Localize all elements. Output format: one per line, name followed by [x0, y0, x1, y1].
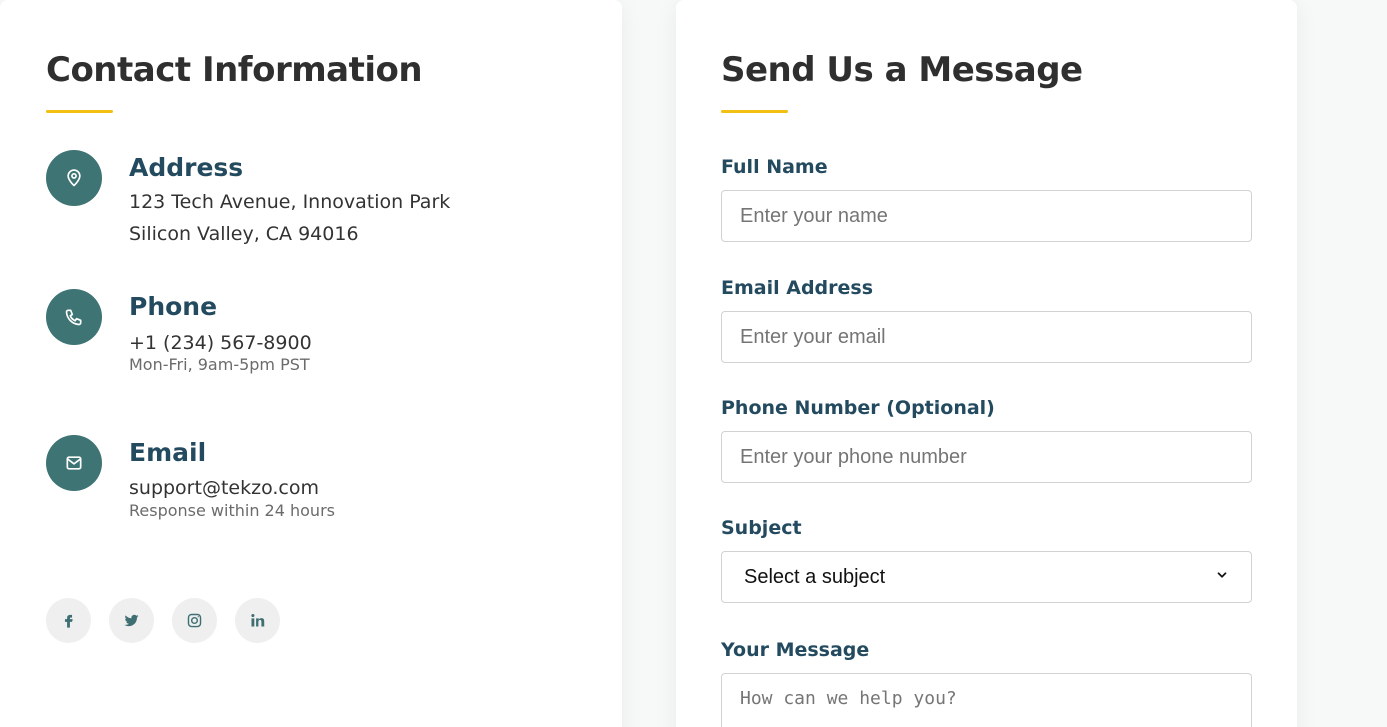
form-title: Send Us a Message: [721, 50, 1083, 90]
title-underline: [721, 110, 788, 113]
phone-heading: Phone: [129, 292, 218, 321]
email-response: Response within 24 hours: [129, 501, 335, 520]
full-name-input[interactable]: [721, 190, 1252, 242]
contact-info-card: Contact Information Address 123 Tech Ave…: [0, 0, 622, 727]
address-heading: Address: [129, 153, 244, 182]
chevron-down-icon: [1215, 568, 1229, 587]
map-pin-icon: [46, 150, 102, 206]
message-textarea[interactable]: [721, 673, 1252, 727]
phone-hours: Mon-Fri, 9am-5pm PST: [129, 355, 310, 374]
message-form-card: Send Us a Message Full Name Email Addres…: [676, 0, 1297, 727]
linkedin-icon[interactable]: [235, 598, 280, 643]
phone-group: Phone Number (Optional): [721, 396, 1252, 486]
twitter-icon[interactable]: [109, 598, 154, 643]
message-label: Your Message: [721, 639, 870, 661]
address-line1: 123 Tech Avenue, Innovation Park: [129, 191, 451, 213]
mail-icon: [46, 435, 102, 491]
phone-icon: [46, 289, 102, 345]
email-heading: Email: [129, 438, 207, 467]
phone-label: Phone Number (Optional): [721, 397, 995, 419]
full-name-group: Full Name: [721, 155, 1252, 245]
email-group: Email Address: [721, 276, 1252, 366]
subject-select[interactable]: Select a subject: [721, 551, 1252, 603]
email-input[interactable]: [721, 311, 1252, 363]
full-name-label: Full Name: [721, 156, 828, 178]
address-item: Address 123 Tech Avenue, Innovation Park…: [46, 150, 586, 250]
subject-selected-value: Select a subject: [744, 565, 886, 588]
phone-input[interactable]: [721, 431, 1252, 483]
social-links: [46, 598, 280, 643]
address-line2: Silicon Valley, CA 94016: [129, 223, 359, 245]
message-group: Your Message: [721, 638, 1252, 727]
subject-group: Subject Select a subject: [721, 516, 1252, 606]
title-underline: [46, 110, 113, 113]
phone-item: Phone +1 (234) 567-8900 Mon-Fri, 9am-5pm…: [46, 289, 586, 389]
contact-info-title: Contact Information: [46, 50, 423, 90]
email-item: Email support@tekzo.com Response within …: [46, 435, 586, 535]
subject-label: Subject: [721, 517, 802, 539]
email-label: Email Address: [721, 277, 874, 299]
instagram-icon[interactable]: [172, 598, 217, 643]
facebook-icon[interactable]: [46, 598, 91, 643]
